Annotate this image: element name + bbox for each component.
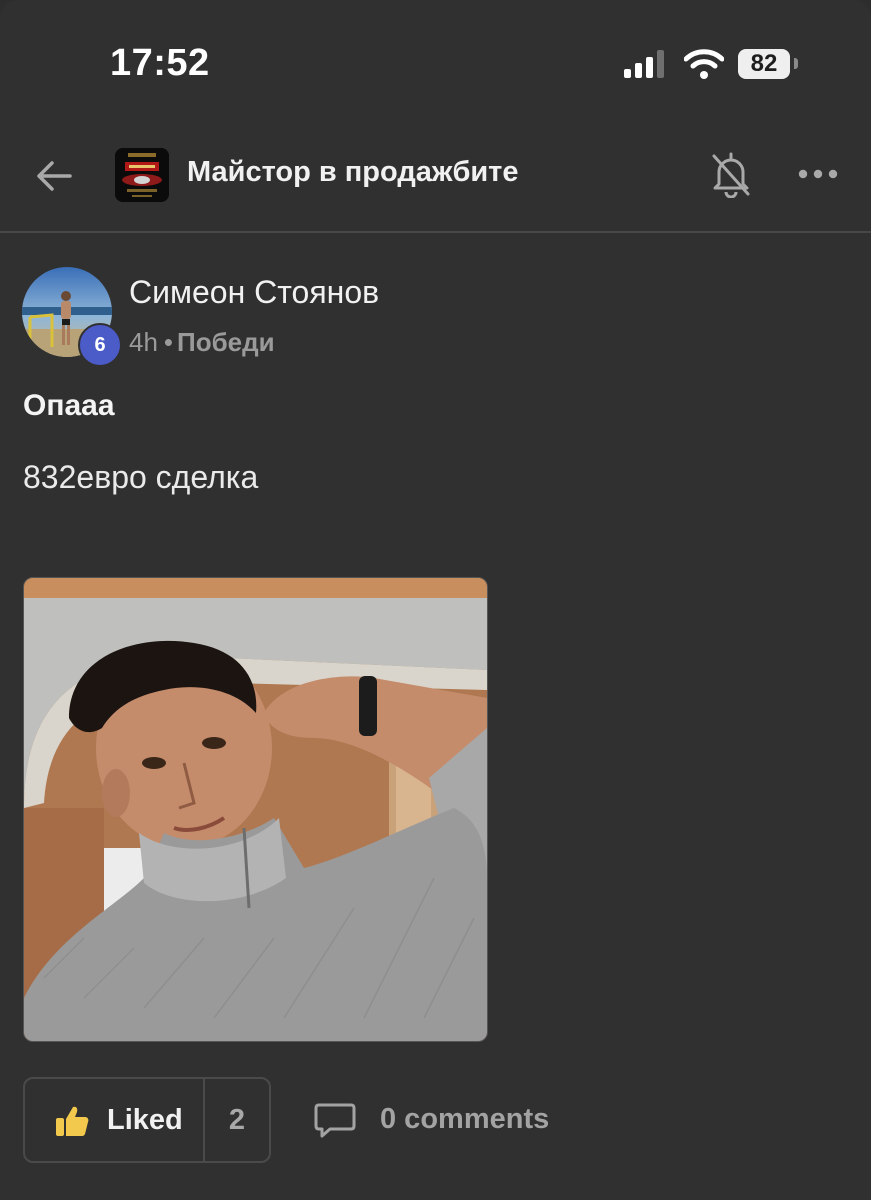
app-screen: 17:52 82 Майстор в продажбите 6 Симеон С… [0, 0, 871, 1200]
post-title: Опааа [23, 389, 115, 422]
cellular-signal-icon [624, 50, 664, 78]
like-count[interactable]: 2 [205, 1079, 269, 1161]
battery-nub [794, 58, 798, 69]
like-button[interactable]: Liked [25, 1079, 203, 1161]
group-title: Майстор в продажбите [187, 156, 519, 188]
status-time: 17:52 [110, 42, 210, 84]
author-avatar-container[interactable]: 6 [22, 267, 122, 367]
status-bar: 17:52 82 [0, 0, 871, 120]
more-options-icon[interactable] [798, 168, 838, 180]
like-label: Liked [107, 1104, 183, 1136]
back-arrow-icon[interactable] [34, 156, 74, 196]
post-category[interactable]: Победи [177, 327, 275, 357]
post-body: 832евро сделка [23, 459, 259, 495]
group-logo[interactable] [115, 148, 169, 202]
post-photo[interactable] [23, 577, 488, 1042]
author-name[interactable]: Симеон Стоянов [129, 274, 379, 311]
level-badge: 6 [78, 323, 122, 367]
post-photo-image [24, 578, 487, 1041]
like-control: Liked 2 [23, 1077, 271, 1163]
group-logo-image [115, 148, 169, 202]
post-time: 4h [129, 327, 158, 357]
group-header: Майстор в продажбите [0, 120, 871, 233]
comments-label: 0 comments [380, 1103, 550, 1135]
wifi-icon [684, 49, 724, 79]
comment-icon [314, 1103, 356, 1138]
meta-separator: • [163, 327, 174, 357]
post-meta: 4h • Победи [129, 327, 275, 358]
bell-off-icon[interactable] [710, 150, 752, 198]
thumbs-up-icon [56, 1106, 89, 1136]
battery-indicator: 82 [738, 49, 790, 79]
